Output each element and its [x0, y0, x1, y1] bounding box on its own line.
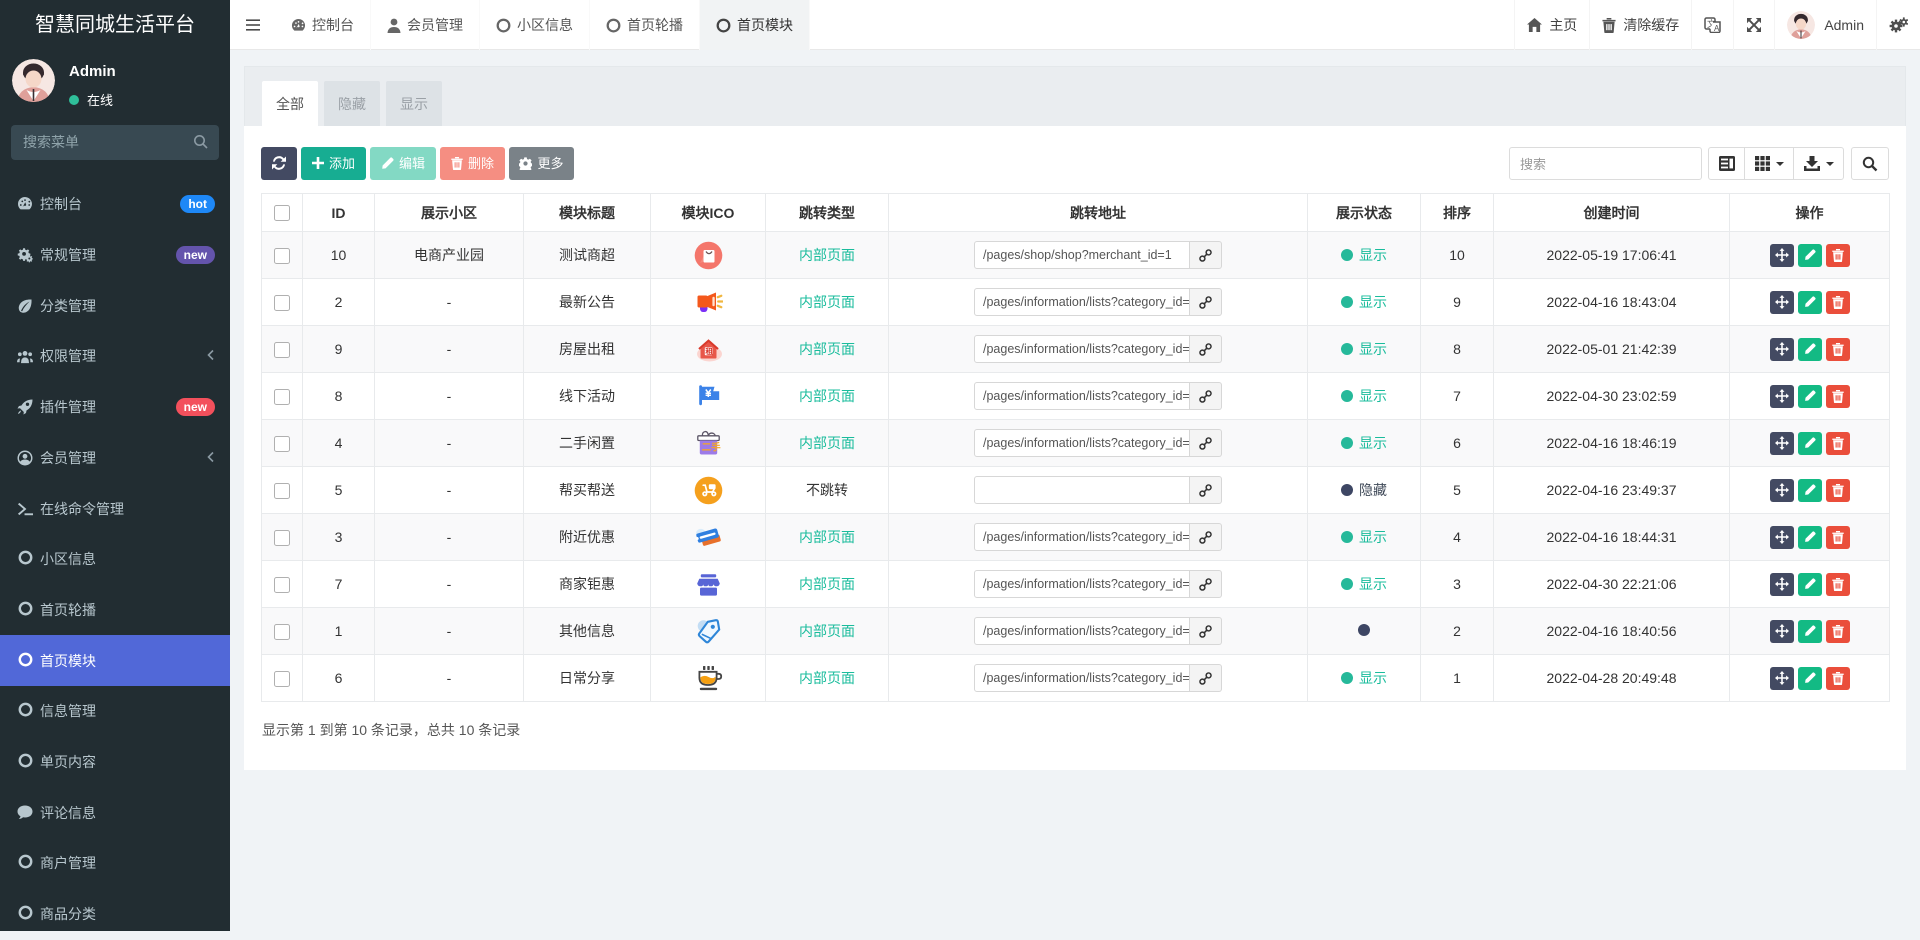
- svg-text:二手: 二手: [701, 441, 721, 453]
- svg-text:租: 租: [705, 346, 713, 356]
- svg-text:A: A: [1714, 24, 1720, 33]
